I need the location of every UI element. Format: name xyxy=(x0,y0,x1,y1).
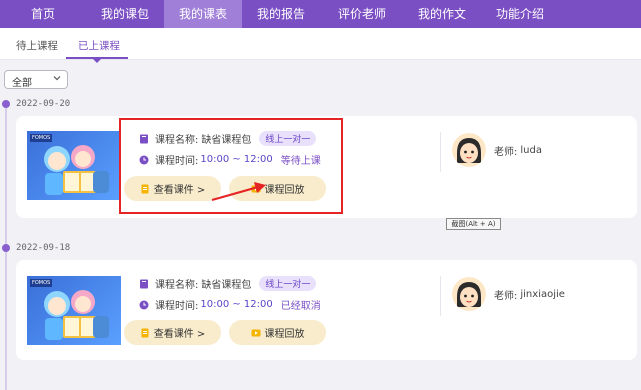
nav-item-feature-intro[interactable]: 功能介绍 xyxy=(480,0,560,28)
filter-select[interactable]: 全部 xyxy=(4,70,68,89)
timeline-dot xyxy=(2,244,10,252)
view-courseware-button[interactable]: 查看课件 > xyxy=(124,320,221,345)
course-thumbnail: FOMOS xyxy=(27,131,121,200)
teacher-avatar xyxy=(452,133,486,167)
teacher-avatar xyxy=(452,277,486,311)
card-divider xyxy=(440,276,441,316)
course-card: FOMOS 课程名称: 缺省课程包 线上一对一 课程时间: 10:00 ~ 12… xyxy=(16,260,637,360)
timeline-dot xyxy=(2,100,10,108)
course-name-label: 课程名称: xyxy=(155,280,199,291)
teacher-label: 老师: xyxy=(494,146,518,158)
active-tab-caret xyxy=(93,59,101,63)
nav-item-my-schedule[interactable]: 我的课表 xyxy=(164,0,242,28)
nav-item-home[interactable]: 首页 xyxy=(0,0,86,28)
nav-item-my-course-packages[interactable]: 我的课包 xyxy=(86,0,164,28)
teacher-label: 老师: xyxy=(494,290,518,302)
chevron-down-icon xyxy=(53,76,61,81)
nav-item-my-essays[interactable]: 我的作文 xyxy=(404,0,480,28)
course-time-label: 课程时间: xyxy=(155,301,199,312)
teacher-name: jinxiaojie xyxy=(520,288,565,300)
teacher-name: luda xyxy=(520,144,542,156)
teacher-avatar-illustration xyxy=(452,133,486,167)
screenshot-tooltip: 截图(Alt + A) xyxy=(446,218,501,230)
card-divider xyxy=(440,132,441,172)
course-thumbnail: FOMOS xyxy=(27,276,121,345)
document-icon xyxy=(141,328,149,337)
tab-completed-courses[interactable]: 已上课程 xyxy=(78,38,120,53)
red-arrow-icon xyxy=(211,182,266,202)
teacher-avatar-illustration xyxy=(452,277,486,311)
tab-upcoming-courses[interactable]: 待上课程 xyxy=(16,38,58,53)
clock-icon xyxy=(139,300,149,309)
filter-selected-value: 全部 xyxy=(12,78,32,89)
teacher-info: 老师: luda xyxy=(452,130,612,170)
sub-tab-bar: 待上课程 已上课程 xyxy=(0,28,641,60)
nav-item-rate-teacher[interactable]: 评价老师 xyxy=(320,0,404,28)
course-status: 已经取消 xyxy=(280,301,321,312)
course-replay-button[interactable]: 课程回放 xyxy=(229,320,326,345)
record-date: 2022-09-18 xyxy=(16,243,71,253)
top-nav: 首页 我的课包 我的课表 我的报告 评价老师 我的作文 功能介绍 xyxy=(0,0,641,28)
nav-item-my-reports[interactable]: 我的报告 xyxy=(242,0,320,28)
brand-logo: FOMOS xyxy=(30,279,53,287)
brand-logo: FOMOS xyxy=(30,134,53,142)
course-time: 10:00 ~ 12:00 xyxy=(200,299,273,310)
course-name-row: 课程名称: 缺省课程包 线上一对一 xyxy=(139,276,317,291)
course-replay-label: 课程回放 xyxy=(264,329,305,340)
course-type-badge: 线上一对一 xyxy=(259,276,317,291)
teacher-info: 老师: jinxiaojie xyxy=(452,274,612,314)
view-courseware-label: 查看课件 > xyxy=(153,329,206,340)
course-name: 缺省课程包 xyxy=(201,280,252,291)
book-icon xyxy=(140,279,148,288)
course-time-row: 课程时间: 10:00 ~ 12:00 已经取消 xyxy=(139,297,321,312)
record-date: 2022-09-20 xyxy=(16,99,71,109)
play-icon xyxy=(251,329,260,336)
